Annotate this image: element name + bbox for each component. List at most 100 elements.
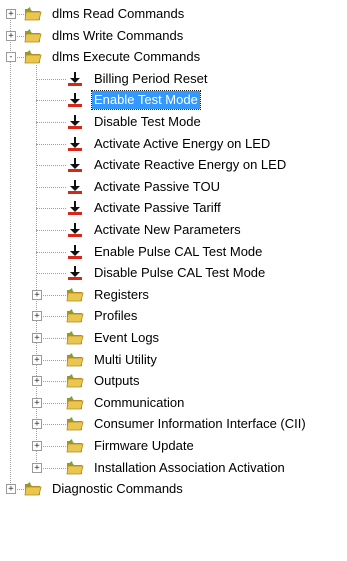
execute-command-icon: [66, 71, 84, 87]
tree-command-node[interactable]: Disable Pulse CAL Test Mode: [0, 264, 347, 286]
execute-command-icon: [66, 222, 84, 238]
tree-node-label[interactable]: Activate Reactive Energy on LED: [92, 156, 288, 174]
expander-glyph: +: [34, 311, 40, 321]
expander-glyph: +: [34, 419, 40, 429]
expander-glyph: -: [8, 52, 14, 62]
tree-node-label[interactable]: Communication: [92, 394, 186, 412]
execute-command-icon: [66, 157, 84, 173]
tree-node-label[interactable]: Outputs: [92, 372, 142, 390]
execute-command-icon: [66, 265, 84, 281]
tree-folder-node[interactable]: + Diagnostic Commands: [0, 480, 347, 502]
expand-icon[interactable]: +: [32, 398, 42, 408]
tree-command-node[interactable]: Activate Reactive Energy on LED: [0, 156, 347, 178]
folder-icon: [66, 395, 84, 411]
tree-node-label[interactable]: Firmware Update: [92, 437, 196, 455]
expander-glyph: +: [34, 398, 40, 408]
tree-command-node[interactable]: Disable Test Mode: [0, 113, 347, 135]
tree-node-label[interactable]: Enable Test Mode: [91, 90, 201, 110]
folder-icon: [66, 287, 84, 303]
tree-folder-node[interactable]: + Communication: [0, 394, 347, 416]
folder-icon: [66, 308, 84, 324]
tree-folder-node[interactable]: + dlms Write Commands: [0, 27, 347, 49]
expander-glyph: +: [34, 333, 40, 343]
expand-icon[interactable]: +: [32, 441, 42, 451]
tree-node-label[interactable]: Activate Passive TOU: [92, 178, 222, 196]
tree-node-label[interactable]: Billing Period Reset: [92, 70, 209, 88]
expander-glyph: +: [8, 484, 14, 494]
tree-node-label[interactable]: Event Logs: [92, 329, 161, 347]
folder-icon: [66, 460, 84, 476]
tree-node-label[interactable]: Enable Pulse CAL Test Mode: [92, 243, 264, 261]
tree-folder-node[interactable]: + Event Logs: [0, 329, 347, 351]
tree-command-node[interactable]: Activate Passive TOU: [0, 178, 347, 200]
tree-command-node[interactable]: Activate Passive Tariff: [0, 199, 347, 221]
tree-branch-line: [36, 122, 66, 123]
tree-node-label[interactable]: Disable Test Mode: [92, 113, 203, 131]
tree-folder-node[interactable]: + Firmware Update: [0, 437, 347, 459]
execute-command-icon: [66, 114, 84, 130]
tree-branch-line: [36, 230, 66, 231]
tree-folder-node[interactable]: + dlms Read Commands: [0, 5, 347, 27]
expand-icon[interactable]: +: [6, 484, 16, 494]
tree-command-node[interactable]: Activate Active Energy on LED: [0, 135, 347, 157]
tree-folder-node[interactable]: + Multi Utility: [0, 351, 347, 373]
tree-command-node[interactable]: Enable Pulse CAL Test Mode: [0, 243, 347, 265]
tree-node-label[interactable]: Profiles: [92, 307, 139, 325]
tree-node-label[interactable]: dlms Write Commands: [50, 27, 185, 45]
tree-folder-node[interactable]: + Installation Association Activation: [0, 459, 347, 481]
tree-folder-node[interactable]: + Registers: [0, 286, 347, 308]
execute-command-icon: [66, 136, 84, 152]
expand-icon[interactable]: +: [32, 376, 42, 386]
tree-folder-node[interactable]: - dlms Execute Commands: [0, 48, 347, 70]
tree-node-label[interactable]: dlms Read Commands: [50, 5, 186, 23]
expand-icon[interactable]: +: [32, 355, 42, 365]
tree-node-label[interactable]: Activate New Parameters: [92, 221, 243, 239]
expander-glyph: +: [34, 463, 40, 473]
execute-command-icon: [66, 200, 84, 216]
execute-command-icon: [66, 92, 84, 108]
tree-branch-line: [36, 144, 66, 145]
tree-folder-node[interactable]: + Consumer Information Interface (CII): [0, 415, 347, 437]
tree-branch-line: [36, 252, 66, 253]
tree-command-node[interactable]: Enable Test Mode: [0, 90, 347, 113]
tree-node-label[interactable]: Consumer Information Interface (CII): [92, 415, 308, 433]
expand-icon[interactable]: +: [32, 333, 42, 343]
tree-node-label[interactable]: Multi Utility: [92, 351, 159, 369]
expander-glyph: +: [34, 355, 40, 365]
expander-glyph: +: [34, 441, 40, 451]
tree-folder-node[interactable]: + Profiles: [0, 307, 347, 329]
tree-command-node[interactable]: Activate New Parameters: [0, 221, 347, 243]
expand-icon[interactable]: +: [32, 311, 42, 321]
tree-node-label[interactable]: Installation Association Activation: [92, 459, 287, 477]
tree-branch-line: [36, 187, 66, 188]
expand-icon[interactable]: +: [6, 31, 16, 41]
tree-branch-line: [36, 208, 66, 209]
expand-icon[interactable]: +: [32, 419, 42, 429]
command-tree: + dlms Read Commands + dlms Write Commands -…: [0, 0, 347, 561]
tree-folder-node[interactable]: + Outputs: [0, 372, 347, 394]
tree-node-label[interactable]: Activate Passive Tariff: [92, 199, 223, 217]
tree-branch-line: [36, 165, 66, 166]
expander-glyph: +: [34, 290, 40, 300]
tree-branch-line: [36, 100, 66, 101]
tree-node-label[interactable]: Registers: [92, 286, 151, 304]
folder-icon: [66, 373, 84, 389]
expander-glyph: +: [34, 376, 40, 386]
folder-icon: [24, 6, 42, 22]
tree-node-label[interactable]: Diagnostic Commands: [50, 480, 185, 498]
tree-node-label[interactable]: Disable Pulse CAL Test Mode: [92, 264, 267, 282]
tree-branch-line: [36, 79, 66, 80]
collapse-icon[interactable]: -: [6, 52, 16, 62]
folder-icon: [66, 416, 84, 432]
folder-icon: [66, 330, 84, 346]
expand-icon[interactable]: +: [32, 463, 42, 473]
expand-icon[interactable]: +: [6, 9, 16, 19]
tree-node-label[interactable]: dlms Execute Commands: [50, 48, 202, 66]
folder-icon: [24, 481, 42, 497]
expander-glyph: +: [8, 31, 14, 41]
folder-icon: [24, 49, 42, 65]
expand-icon[interactable]: +: [32, 290, 42, 300]
folder-icon: [66, 438, 84, 454]
tree-command-node[interactable]: Billing Period Reset: [0, 70, 347, 92]
tree-node-label[interactable]: Activate Active Energy on LED: [92, 135, 272, 153]
